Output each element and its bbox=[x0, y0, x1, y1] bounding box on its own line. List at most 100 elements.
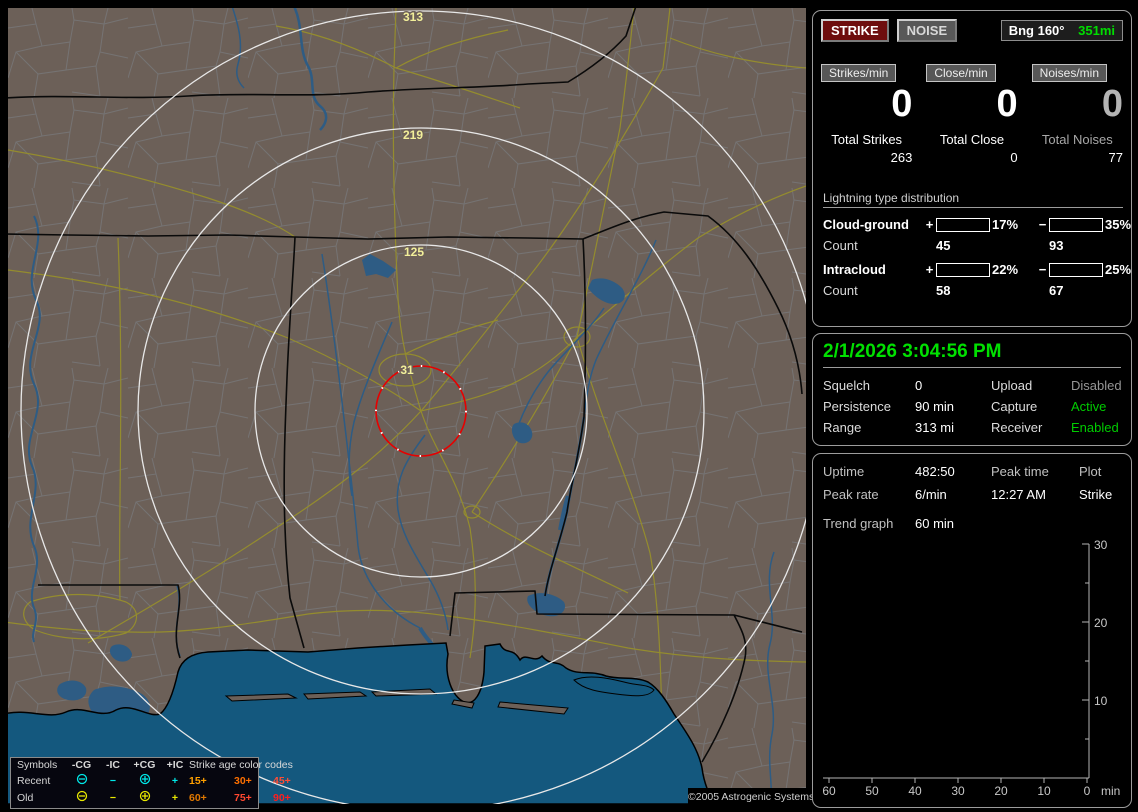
plus-icon: + bbox=[171, 775, 179, 787]
strike-counters-panel: STRIKE NOISE Bng 160° 351mi Strikes/min … bbox=[812, 10, 1132, 327]
legend-col-pos-ic: +IC bbox=[166, 759, 184, 771]
x-axis-unit: min bbox=[1101, 784, 1120, 798]
trend-panel: 30 20 10 60 50 40 30 20 10 0 min Uptime … bbox=[812, 453, 1132, 808]
uptime-label: Uptime bbox=[823, 464, 865, 479]
x-tick-30: 30 bbox=[951, 784, 965, 798]
peak-time-value: 12:27 AM bbox=[991, 487, 1046, 502]
copyright-notice: ©2005 Astrogenic Systems bbox=[688, 788, 814, 807]
close-column: Close/min 0 Total Close 0 bbox=[926, 64, 1018, 165]
legend-age-header: Strike age color codes bbox=[189, 759, 293, 771]
plot-value: Strike bbox=[1079, 487, 1113, 502]
close-per-min-button[interactable]: Close/min bbox=[926, 64, 996, 82]
noise-toggle-button[interactable]: NOISE bbox=[896, 19, 958, 42]
total-noises-label: Total Noises bbox=[1041, 132, 1113, 147]
y-tick-10: 10 bbox=[1094, 694, 1108, 708]
x-tick-0: 0 bbox=[1084, 784, 1091, 798]
status-panel: 2/1/2026 3:04:56 PM Squelch 0 Upload Dis… bbox=[812, 333, 1132, 446]
circle-minus-icon bbox=[65, 773, 98, 790]
receiver-status: Enabled bbox=[1071, 420, 1119, 435]
intracloud-count-row: Count 58 67 bbox=[823, 283, 1125, 298]
ring-label-219: 219 bbox=[403, 128, 423, 142]
total-strikes-label: Total Strikes bbox=[831, 132, 903, 147]
ring-label-313: 313 bbox=[403, 10, 423, 24]
range-label: Range bbox=[823, 420, 862, 435]
ic-positive-pct: 22% bbox=[992, 262, 1019, 277]
total-close-value: 0 bbox=[1010, 150, 1018, 165]
minus-sign: − bbox=[1038, 217, 1047, 232]
y-tick-20: 20 bbox=[1094, 616, 1108, 630]
legend-row-recent: Recent − + 15+ 30+ 45+ bbox=[11, 773, 291, 790]
map-legend: Symbols -CG -IC +CG +IC Strike age color… bbox=[10, 757, 293, 809]
trend-graph-label: Trend graph bbox=[823, 516, 894, 531]
legend-header: Symbols -CG -IC +CG +IC Strike age color… bbox=[11, 758, 293, 773]
cg-negative-count: 93 bbox=[1049, 238, 1064, 253]
lightning-map[interactable]: 313 219 125 31 Symbols -CG -IC +CG +IC S… bbox=[3, 5, 822, 812]
persistence-label: Persistence bbox=[823, 399, 891, 414]
squelch-value: 0 bbox=[915, 378, 923, 393]
strikes-per-min-button[interactable]: Strikes/min bbox=[821, 64, 897, 82]
range-value: 313 mi bbox=[915, 420, 955, 435]
capture-label: Capture bbox=[991, 399, 1038, 414]
ic-positive-bar bbox=[936, 262, 990, 277]
age-code: 15+ bbox=[189, 775, 207, 787]
total-strikes-value: 263 bbox=[890, 150, 913, 165]
noises-column: Noises/min 0 Total Noises 77 bbox=[1031, 64, 1123, 165]
peak-rate-label: Peak rate bbox=[823, 487, 879, 502]
minus-icon: − bbox=[109, 775, 117, 787]
ic-negative-bar bbox=[1049, 262, 1103, 277]
age-code: 90+ bbox=[273, 792, 291, 804]
circle-minus-icon bbox=[65, 790, 98, 807]
age-code: 75+ bbox=[234, 792, 252, 804]
legend-col-pos-cg: +CG bbox=[133, 759, 156, 771]
ic-negative-pct: 25% bbox=[1105, 262, 1132, 277]
cg-positive-bar bbox=[936, 217, 990, 232]
total-close-label: Total Close bbox=[939, 132, 1005, 147]
legend-col-neg-cg: -CG bbox=[71, 759, 92, 771]
legend-row-label: Recent bbox=[17, 775, 51, 787]
intracloud-row: Intracloud + 22% − 25% bbox=[823, 262, 1131, 277]
minus-icon: − bbox=[109, 792, 117, 804]
range-value: 351mi bbox=[1078, 23, 1115, 38]
age-code: 45+ bbox=[273, 775, 291, 787]
x-tick-60: 60 bbox=[822, 784, 836, 798]
x-tick-50: 50 bbox=[865, 784, 879, 798]
bearing-range-readout: Bng 160° 351mi bbox=[1000, 20, 1123, 41]
noises-rate: 0 bbox=[1101, 83, 1123, 125]
intracloud-label: Intracloud bbox=[823, 262, 886, 277]
map-svg: 313 219 125 31 bbox=[3, 5, 822, 812]
y-tick-30: 30 bbox=[1094, 538, 1108, 552]
legend-symbols-header: Symbols bbox=[17, 759, 58, 771]
distribution-title: Lightning type distribution bbox=[823, 191, 1123, 208]
upload-status: Disabled bbox=[1071, 378, 1122, 393]
x-tick-10: 10 bbox=[1037, 784, 1051, 798]
plot-label: Plot bbox=[1079, 464, 1102, 479]
bearing-value: Bng 160° bbox=[1008, 23, 1065, 38]
uptime-value: 482:50 bbox=[915, 464, 955, 479]
cloud-ground-label: Cloud-ground bbox=[823, 217, 909, 232]
upload-label: Upload bbox=[991, 378, 1033, 393]
total-noises-value: 77 bbox=[1108, 150, 1123, 165]
cg-negative-bar bbox=[1049, 217, 1103, 232]
circle-plus-icon bbox=[128, 790, 161, 807]
ring-label-125: 125 bbox=[404, 245, 424, 259]
minus-sign: − bbox=[1038, 262, 1047, 277]
ring-label-31: 31 bbox=[400, 363, 414, 377]
cloud-ground-count-row: Count 45 93 bbox=[823, 238, 1125, 253]
circle-plus-icon bbox=[128, 773, 161, 790]
cg-negative-pct: 35% bbox=[1105, 217, 1132, 232]
age-code: 30+ bbox=[234, 775, 252, 787]
strike-toggle-button[interactable]: STRIKE bbox=[821, 19, 889, 42]
legend-row-old: Old − + 60+ 75+ 90+ bbox=[11, 790, 291, 807]
cg-positive-count: 45 bbox=[936, 238, 951, 253]
peak-time-label: Peak time bbox=[991, 464, 1049, 479]
legend-row-label: Old bbox=[17, 792, 34, 804]
trend-graph: 30 20 10 60 50 40 30 20 10 0 min bbox=[822, 538, 1120, 798]
strikes-column: Strikes/min 0 Total Strikes 263 bbox=[821, 64, 912, 165]
capture-status: Active bbox=[1071, 399, 1107, 414]
ic-positive-count: 58 bbox=[936, 283, 951, 298]
cg-positive-pct: 17% bbox=[992, 217, 1019, 232]
persistence-value: 90 min bbox=[915, 399, 955, 414]
count-label: Count bbox=[823, 283, 858, 298]
strikes-rate: 0 bbox=[891, 83, 913, 125]
noises-per-min-button[interactable]: Noises/min bbox=[1031, 64, 1108, 82]
